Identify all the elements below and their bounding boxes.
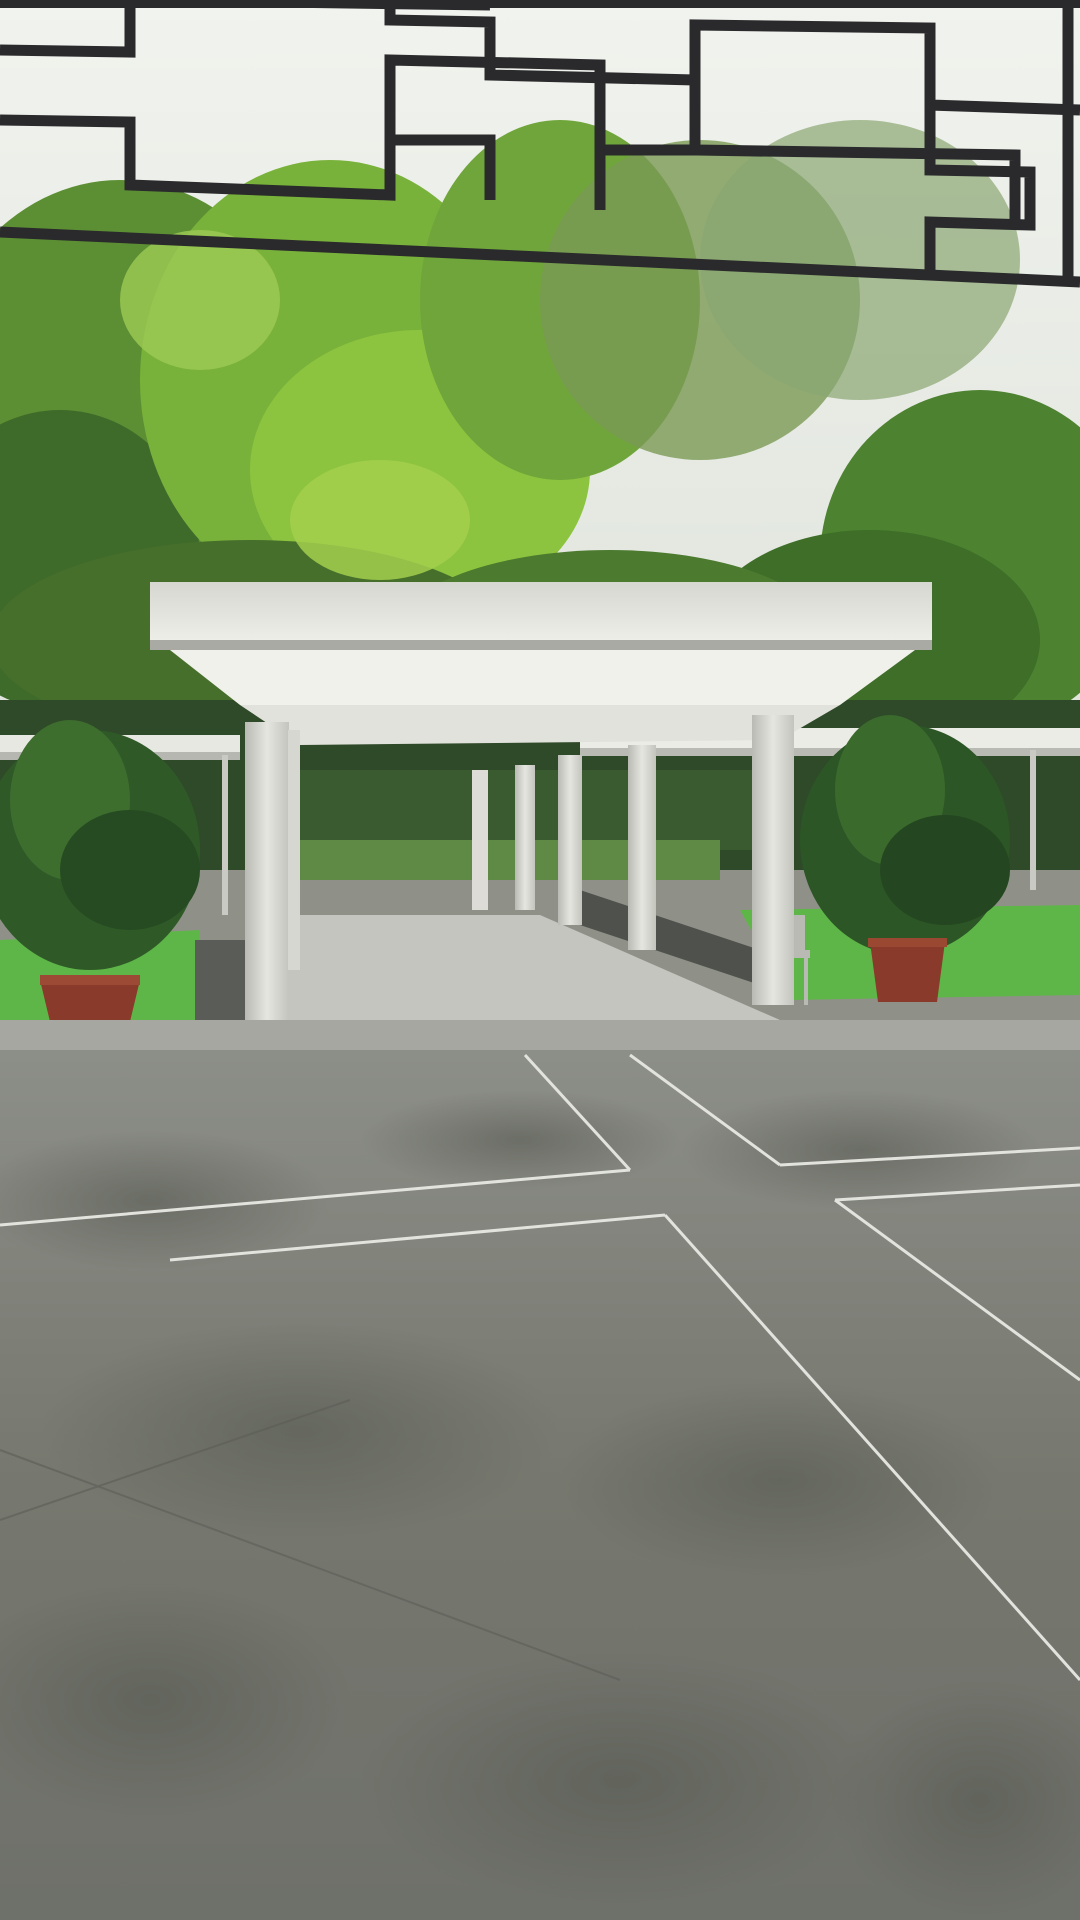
photo-scene <box>0 0 1080 1920</box>
bench-left <box>195 940 250 1020</box>
pavilion-roof <box>150 582 932 644</box>
